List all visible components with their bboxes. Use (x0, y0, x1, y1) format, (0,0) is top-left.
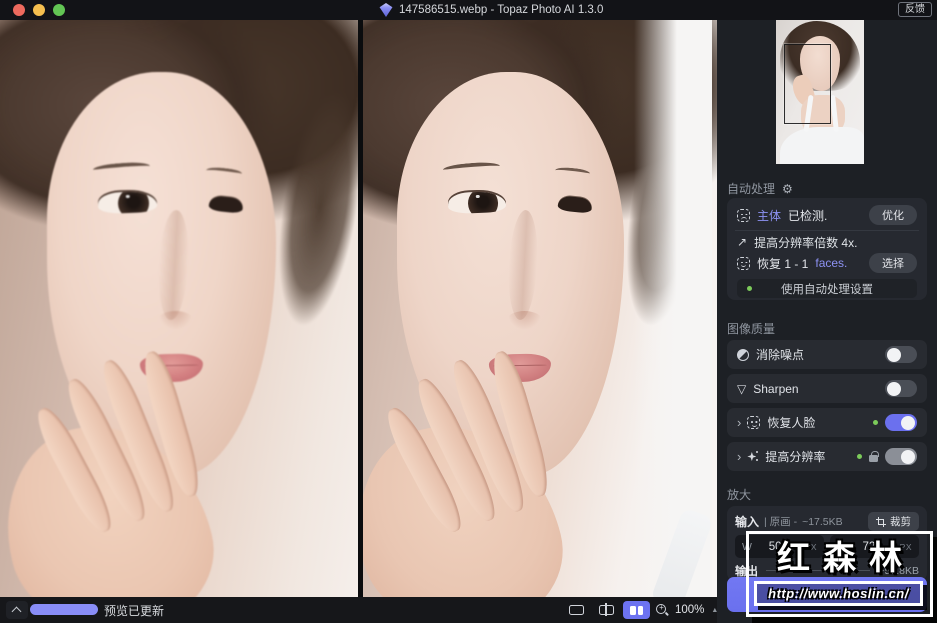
select-faces-button[interactable]: 选择 (869, 253, 917, 273)
recover-faces-icon (747, 416, 761, 429)
denoise-toggle[interactable] (885, 346, 917, 363)
crop-icon (876, 517, 886, 527)
watermark-frame: 红森林 http://www.hoslin.cn/ (746, 531, 933, 617)
optimize-button[interactable]: 优化 (869, 205, 917, 225)
faces-link[interactable]: faces. (815, 256, 847, 270)
sharpen-row[interactable]: ▽ Sharpen (727, 374, 927, 403)
status-dot (873, 420, 878, 425)
app-window: 147586515.webp - Topaz Photo AI 1.3.0 反馈 (0, 0, 937, 623)
after-photo (363, 20, 717, 597)
apply-autopilot-button[interactable]: 使用自动处理设置 (737, 279, 917, 298)
faces-row: 恢复 1 - 1 faces. 选择 (737, 253, 917, 273)
input-meta: | 原画 - (764, 516, 798, 528)
denoise-label: 消除噪点 (756, 348, 805, 362)
nose-tip (157, 311, 194, 330)
status-dot (857, 454, 862, 459)
subject-status: 已检测. (788, 208, 828, 223)
maximize-window-button[interactable] (53, 4, 65, 16)
crop-button[interactable]: 裁剪 (868, 512, 919, 531)
viewport-selection-box[interactable] (784, 44, 831, 124)
single-view-button[interactable] (563, 601, 590, 619)
recover-faces-row[interactable]: › 恢复人脸 (727, 408, 927, 437)
preview-viewer (0, 20, 717, 597)
before-photo (0, 20, 358, 597)
view-mode-group (563, 601, 650, 619)
side-by-side-view-button[interactable] (623, 601, 650, 619)
face-detect-icon (737, 256, 750, 270)
sharpen-icon: ▽ (737, 381, 747, 396)
divider (735, 230, 919, 231)
single-view-icon (569, 605, 584, 615)
sharpen-label: Sharpen (753, 381, 799, 396)
autopilot-header: 自动处理 ⚙ (727, 181, 793, 197)
preview-status: 预览已更新 (104, 603, 165, 618)
magnifier-icon[interactable]: + (656, 603, 668, 616)
watermark-title: 红森林 (777, 539, 915, 576)
titlebar: 147586515.webp - Topaz Photo AI 1.3.0 反馈 (0, 0, 937, 20)
upscale-factor-row: ↗ 提高分辨率倍数 4x. (737, 234, 917, 250)
nose-tip (506, 311, 543, 330)
close-window-button[interactable] (13, 4, 25, 16)
recover-faces-label: 恢复人脸 (767, 416, 816, 430)
watermark-url: http://www.hoslin.cn/ (768, 586, 909, 601)
split-view-icon (599, 603, 614, 616)
input-row: 输入 | 原画 - ~17.5KB 裁剪 (735, 512, 919, 531)
zoom-level[interactable]: 100% (675, 604, 704, 616)
preview-progress-bar (30, 604, 98, 615)
side-by-side-icon (637, 605, 643, 615)
upscale-sparkle-icon (747, 451, 759, 462)
lock-icon (869, 450, 879, 462)
autopilot-card: 主体 已检测. 优化 ↗ 提高分辨率倍数 4x. 恢复 1 - 1 faces.… (727, 198, 927, 300)
collapse-panel-button[interactable] (6, 601, 28, 619)
window-controls (13, 4, 65, 16)
denoise-row[interactable]: 消除噪点 (727, 340, 927, 369)
after-image-panel[interactable] (363, 20, 717, 597)
subject-detect-icon (737, 208, 750, 222)
navigation-thumbnail[interactable] (776, 20, 864, 164)
watermark-url-box: http://www.hoslin.cn/ (754, 581, 923, 606)
denoise-icon (737, 348, 749, 361)
input-size: ~17.5KB (802, 515, 843, 528)
subject-link[interactable]: 主体 (757, 207, 781, 224)
split-view-button[interactable] (593, 601, 620, 619)
input-label: 输入 (735, 515, 760, 529)
feedback-button[interactable]: 反馈 (898, 2, 932, 17)
background (634, 20, 713, 597)
status-dot (747, 286, 752, 291)
subject-row: 主体 已检测. 优化 (737, 204, 917, 226)
quality-header: 图像质量 (727, 322, 776, 336)
upscale-factor-text: 提高分辨率倍数 4x. (754, 235, 858, 250)
before-image-panel[interactable] (0, 20, 358, 597)
upscale-row[interactable]: › 提高分辨率 (727, 442, 927, 471)
enlarge-header: 放大 (727, 488, 752, 502)
faces-count: 恢复 1 - 1 (757, 256, 809, 271)
minimize-window-button[interactable] (33, 4, 45, 16)
window-title: 147586515.webp - Topaz Photo AI 1.3.0 (399, 4, 604, 16)
sharpen-toggle[interactable] (885, 380, 917, 397)
topaz-app-icon (379, 3, 393, 17)
recover-faces-toggle[interactable] (885, 414, 917, 431)
upscale-arrow-icon: ↗ (737, 235, 748, 249)
chevron-right-icon[interactable]: › (737, 416, 741, 429)
side-by-side-icon (630, 605, 636, 615)
zoom-dropdown-caret-icon[interactable]: ▲ (711, 607, 718, 614)
zoom-control: + 100% ▲ (656, 597, 718, 623)
thumb-clothing (779, 126, 864, 164)
upscale-label: 提高分辨率 (765, 450, 826, 464)
chevron-up-icon (11, 606, 22, 617)
chevron-right-icon[interactable]: › (737, 450, 741, 463)
upscale-toggle[interactable] (885, 448, 917, 465)
bottom-toolbar: 预览已更新 + 100% ▲ (0, 597, 718, 623)
gear-icon[interactable]: ⚙ (782, 182, 793, 196)
